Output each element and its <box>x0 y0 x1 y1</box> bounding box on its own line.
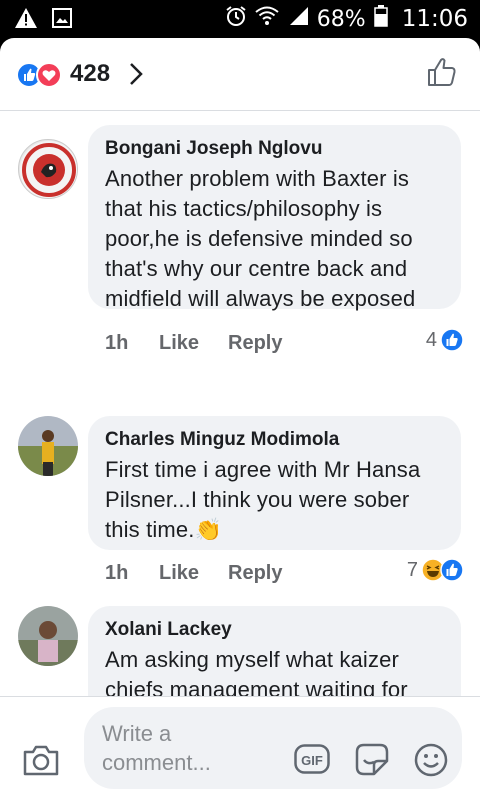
comment-bubble[interactable]: Xolani Lackey Am asking myself what kaiz… <box>88 606 461 697</box>
comment-reactions[interactable]: 4 <box>426 328 464 352</box>
wifi-icon <box>255 6 279 32</box>
like-link[interactable]: Like <box>159 562 228 585</box>
comment-composer: Write a comment... GIF <box>0 697 480 800</box>
warning-icon <box>14 7 38 34</box>
comments-sheet: 428 Bongani Joseph Nglovu Another proble… <box>0 38 480 800</box>
comment-time: 1h <box>105 332 129 354</box>
sticker-icon[interactable] <box>354 743 390 782</box>
svg-text:GIF: GIF <box>301 753 323 768</box>
comment-bubble[interactable]: Charles Minguz Modimola First time i agr… <box>88 416 461 550</box>
comment-actions: 1h Like Reply <box>105 332 282 355</box>
reaction-icons <box>16 62 66 88</box>
avatar[interactable] <box>18 416 78 476</box>
comments-list: Bongani Joseph Nglovu Another problem wi… <box>0 112 480 697</box>
comment-time: 1h <box>105 562 129 584</box>
comment-actions: 1h Like Reply <box>105 562 282 585</box>
signal-icon <box>287 6 309 32</box>
camera-icon[interactable] <box>22 743 60 782</box>
comment-reaction-count: 7 <box>406 558 418 581</box>
status-bar: 68% 11:06 <box>0 0 480 38</box>
reply-link[interactable]: Reply <box>228 332 282 355</box>
chevron-right-icon[interactable] <box>128 62 144 91</box>
battery-percent: 68% <box>316 6 366 32</box>
comment-author[interactable]: Bongani Joseph Nglovu <box>105 137 445 161</box>
reply-link[interactable]: Reply <box>228 562 282 585</box>
emoji-icon[interactable] <box>414 743 448 782</box>
comment-text-wrap: First time i agree with Mr Hansa Pilsner… <box>105 455 445 545</box>
gif-icon[interactable]: GIF <box>294 744 330 779</box>
battery-icon <box>373 5 388 33</box>
comment-text: Am asking myself what kaizer chiefs mana… <box>105 647 408 697</box>
comment-author[interactable]: Xolani Lackey <box>105 618 445 642</box>
avatar[interactable] <box>18 606 78 666</box>
reaction-count: 428 <box>70 60 111 87</box>
like-link[interactable]: Like <box>159 332 228 355</box>
comment-author[interactable]: Charles Minguz Modimola <box>105 428 445 452</box>
comment-bubble[interactable]: Bongani Joseph Nglovu Another problem wi… <box>88 125 461 311</box>
avatar[interactable] <box>18 139 78 199</box>
like-reaction-icon <box>440 558 464 582</box>
like-outline-icon[interactable] <box>426 56 458 93</box>
reactions-summary[interactable]: 428 <box>0 38 480 111</box>
comment-placeholder: Write a comment... <box>102 721 211 775</box>
clock-time: 11:06 <box>401 6 468 32</box>
comment-text: First time i agree with Mr Hansa Pilsner… <box>105 457 421 542</box>
comment-input[interactable]: Write a comment... GIF <box>84 707 462 789</box>
comment-reactions[interactable]: 7 <box>407 558 464 582</box>
alarm-icon <box>225 5 247 33</box>
clapping-hands-emoji: 👏 <box>194 517 223 542</box>
love-reaction-icon <box>36 62 62 88</box>
like-reaction-icon <box>440 328 464 352</box>
image-icon <box>52 8 72 33</box>
comment-text: Another problem with Baxter is that his … <box>105 166 416 311</box>
comment-reaction-count: 4 <box>425 328 437 351</box>
